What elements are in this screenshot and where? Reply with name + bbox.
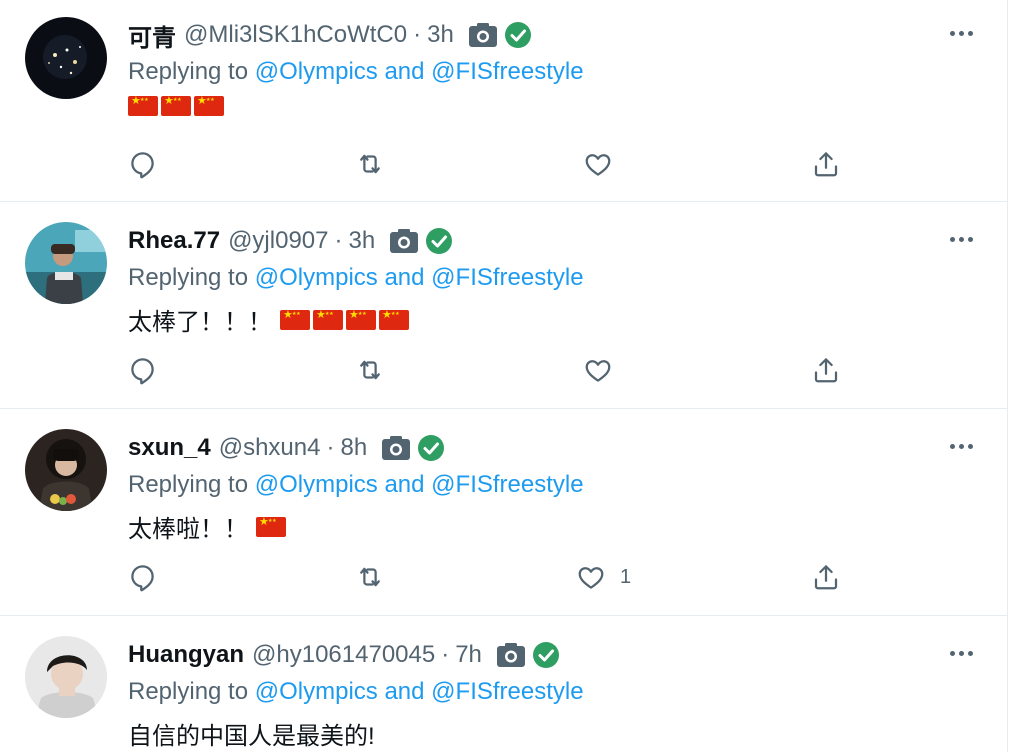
reply-button[interactable] <box>128 352 158 388</box>
tweet-header: Rhea.77 @yjl0907 · 3h <box>128 224 453 258</box>
reply-button[interactable] <box>128 559 158 595</box>
flag-emojis <box>256 515 286 537</box>
share-icon <box>814 565 838 590</box>
reply-feed: 可青 @Mli3lSK1hCoWtC0 · 3h Replying to @Ol… <box>0 0 1008 752</box>
retweet-button[interactable] <box>355 352 385 388</box>
user-handle[interactable]: @shxun4 <box>219 434 321 462</box>
like-button[interactable] <box>583 352 627 388</box>
like-icon <box>578 567 604 589</box>
tweet-item[interactable]: 可青 @Mli3lSK1hCoWtC0 · 3h Replying to @Ol… <box>0 0 1007 202</box>
tweet-actions <box>128 352 868 388</box>
more-icon[interactable] <box>946 640 976 666</box>
share-button[interactable] <box>811 352 841 388</box>
reply-icon <box>131 358 154 385</box>
tweet-actions <box>128 146 868 182</box>
avatar[interactable] <box>25 636 107 718</box>
separator-dot: · <box>326 434 335 461</box>
more-icon[interactable] <box>946 433 976 459</box>
mention-links[interactable]: @Olympics and @FISfreestyle <box>255 678 584 705</box>
china-flag-icon <box>379 308 409 330</box>
china-flag-icon <box>128 94 158 116</box>
share-icon <box>814 358 838 383</box>
camera-icon <box>496 642 526 668</box>
tweet-actions: 1 <box>128 559 868 595</box>
more-icon[interactable] <box>946 226 976 252</box>
share-button[interactable] <box>811 146 841 182</box>
verified-icon <box>504 21 532 49</box>
separator-dot: · <box>441 641 450 668</box>
avatar[interactable] <box>25 17 107 99</box>
reply-button[interactable] <box>128 146 158 182</box>
share-button[interactable] <box>811 559 841 595</box>
replying-prefix: Replying to <box>128 678 249 705</box>
avatar[interactable] <box>25 429 107 511</box>
tweet-body-text: 自信的中国人是最美的! <box>128 723 375 750</box>
like-count: 1 <box>620 565 632 588</box>
mention-links[interactable]: @Olympics and @FISfreestyle <box>255 264 584 291</box>
share-icon <box>814 152 838 177</box>
tweet-text <box>128 94 224 116</box>
tweet-header: sxun_4 @shxun4 · 8h <box>128 431 445 465</box>
separator-dot: · <box>413 21 422 48</box>
retweet-button[interactable] <box>355 146 385 182</box>
like-button[interactable] <box>583 146 627 182</box>
display-name[interactable]: 可青 <box>128 18 176 53</box>
user-handle[interactable]: @hy1061470045 <box>252 641 435 669</box>
replying-prefix: Replying to <box>128 264 249 291</box>
more-icon[interactable] <box>946 20 976 46</box>
user-handle[interactable]: @Mli3lSK1hCoWtC0 <box>184 21 407 49</box>
separator-dot: · <box>334 227 343 254</box>
retweet-icon <box>360 154 380 174</box>
verified-icon <box>532 641 560 669</box>
china-flag-icon <box>280 308 310 330</box>
reply-icon <box>131 565 154 592</box>
timestamp[interactable]: 7h <box>455 641 482 669</box>
retweet-icon <box>360 567 380 587</box>
china-flag-icon <box>161 94 191 116</box>
timestamp[interactable]: 8h <box>340 434 367 462</box>
tweet-item[interactable]: Rhea.77 @yjl0907 · 3h Replying to @Olymp… <box>0 202 1007 409</box>
user-handle[interactable]: @yjl0907 <box>228 227 328 255</box>
flag-emojis <box>128 94 224 116</box>
camera-icon <box>468 22 498 48</box>
tweet-text: 太棒啦！！ <box>128 509 286 544</box>
tweet-body-text: 太棒了！！！ <box>128 309 272 336</box>
tweet-item[interactable]: Huangyan @hy1061470045 · 7h Replying to … <box>0 616 1007 752</box>
timestamp[interactable]: 3h <box>427 21 454 49</box>
camera-icon <box>389 228 419 254</box>
verified-icon <box>425 227 453 255</box>
replying-to: Replying to @Olympics and @FISfreestyle <box>128 264 584 292</box>
replying-prefix: Replying to <box>128 58 249 85</box>
retweet-button[interactable] <box>355 559 385 595</box>
like-button[interactable]: 1 <box>576 559 631 595</box>
tweet-item[interactable]: sxun_4 @shxun4 · 8h Replying to @Olympic… <box>0 409 1007 616</box>
flag-emojis <box>280 308 409 330</box>
china-flag-icon <box>313 308 343 330</box>
display-name[interactable]: sxun_4 <box>128 434 211 462</box>
display-name[interactable]: Huangyan <box>128 641 244 669</box>
tweet-body-text: 太棒啦！！ <box>128 516 248 543</box>
china-flag-icon <box>256 515 286 537</box>
display-name[interactable]: Rhea.77 <box>128 227 220 255</box>
replying-prefix: Replying to <box>128 471 249 498</box>
mention-links[interactable]: @Olympics and @FISfreestyle <box>255 58 584 85</box>
tweet-text: 太棒了！！！ <box>128 302 409 337</box>
tweet-text: 自信的中国人是最美的! <box>128 716 375 751</box>
replying-to: Replying to @Olympics and @FISfreestyle <box>128 58 584 86</box>
like-icon <box>585 360 611 382</box>
china-flag-icon <box>346 308 376 330</box>
tweet-header: Huangyan @hy1061470045 · 7h <box>128 638 560 672</box>
replying-to: Replying to @Olympics and @FISfreestyle <box>128 678 584 706</box>
tweet-header: 可青 @Mli3lSK1hCoWtC0 · 3h <box>128 18 532 52</box>
replying-to: Replying to @Olympics and @FISfreestyle <box>128 471 584 499</box>
like-icon <box>585 154 611 176</box>
retweet-icon <box>360 360 380 380</box>
verified-icon <box>417 434 445 462</box>
china-flag-icon <box>194 94 224 116</box>
avatar[interactable] <box>25 222 107 304</box>
reply-icon <box>131 152 154 179</box>
camera-icon <box>381 435 411 461</box>
mention-links[interactable]: @Olympics and @FISfreestyle <box>255 471 584 498</box>
timestamp[interactable]: 3h <box>348 227 375 255</box>
